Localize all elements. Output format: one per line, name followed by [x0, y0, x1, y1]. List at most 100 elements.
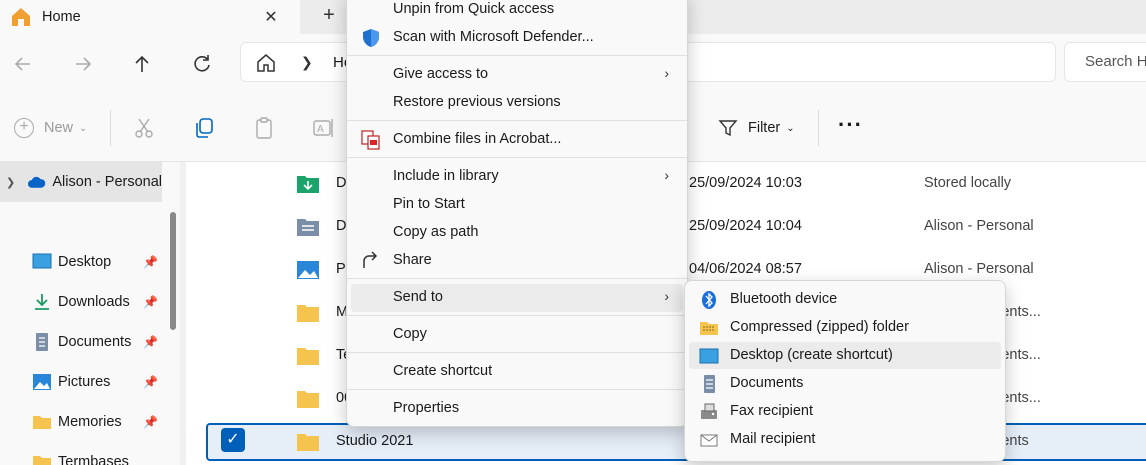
sidebar-scrollbar[interactable] [170, 212, 176, 330]
copy-icon[interactable] [192, 116, 216, 140]
submenu-item-label: Documents [730, 375, 804, 391]
file-name: D [336, 218, 347, 234]
sidebar-item-downloads[interactable]: Downloads 📌 [0, 282, 162, 322]
sidebar-item-label: Desktop [58, 254, 112, 270]
menu-item-send-to[interactable]: Send to › [351, 284, 683, 312]
menu-separator [347, 315, 687, 316]
documents-icon [36, 333, 48, 351]
folder-icon [33, 416, 51, 429]
submenu-item-documents[interactable]: Documents [689, 370, 1001, 397]
menu-item-label: Scan with Microsoft Defender... [393, 29, 594, 45]
rename-icon[interactable]: A [311, 116, 335, 140]
menu-item-include-library[interactable]: Include in library › [351, 163, 683, 191]
cut-icon[interactable] [132, 116, 156, 140]
file-location: Alison - Personal [924, 261, 1034, 277]
pictures-folder-icon [297, 261, 319, 279]
more-options-button[interactable]: ··· [838, 112, 863, 138]
navigation-pane: ❯ Alison - Personal Desktop 📌 Downloads … [0, 162, 180, 465]
menu-separator [347, 157, 687, 158]
mail-icon [700, 434, 718, 447]
folder-icon [297, 434, 319, 451]
menu-item-label: Combine files in Acrobat... [393, 131, 562, 147]
sidebar-item-desktop[interactable]: Desktop 📌 [0, 242, 162, 282]
sidebar-item-pictures[interactable]: Pictures 📌 [0, 362, 162, 402]
menu-item-share[interactable]: Share [351, 247, 683, 275]
tab-title: Home [42, 9, 81, 25]
acrobat-combine-icon [361, 130, 380, 150]
context-menu: Unpin from Quick access Scan with Micros… [346, 0, 688, 427]
tab-home[interactable]: Home ✕ [0, 0, 300, 34]
svg-text:A: A [317, 124, 324, 135]
chevron-right-icon: › [664, 288, 669, 304]
submenu-item-bluetooth[interactable]: Bluetooth device [689, 286, 1001, 313]
pictures-icon [33, 374, 51, 390]
menu-item-give-access[interactable]: Give access to › [351, 61, 683, 89]
menu-separator [347, 120, 687, 121]
menu-item-pin-start[interactable]: Pin to Start [351, 191, 683, 219]
menu-item-properties[interactable]: Properties [351, 395, 683, 423]
sidebar-item-onedrive[interactable]: ❯ Alison - Personal [0, 162, 162, 202]
new-tab-button[interactable]: + [318, 5, 340, 27]
pin-icon: 📌 [143, 335, 158, 349]
refresh-button[interactable] [189, 51, 215, 77]
folder-icon [297, 391, 319, 408]
sidebar-item-termbases[interactable]: Termbases [0, 442, 162, 465]
menu-item-label: Copy as path [393, 224, 479, 240]
home-outline-icon [257, 54, 275, 72]
menu-item-combine-acrobat[interactable]: Combine files in Acrobat... [351, 126, 683, 154]
file-date: 04/06/2024 08:57 [689, 261, 802, 277]
submenu-item-fax[interactable]: Fax recipient [689, 398, 1001, 425]
submenu-item-desktop-shortcut[interactable]: Desktop (create shortcut) [689, 342, 1001, 369]
menu-item-label: Copy [393, 326, 427, 342]
filter-icon [718, 120, 738, 137]
new-button[interactable]: + New ⌄ [14, 118, 87, 138]
menu-item-restore-versions[interactable]: Restore previous versions [351, 89, 683, 117]
share-icon [363, 251, 378, 268]
sidebar-item-memories[interactable]: Memories 📌 [0, 402, 162, 442]
submenu-item-mail[interactable]: Mail recipient [689, 426, 1001, 453]
menu-item-copy[interactable]: Copy [351, 321, 683, 349]
submenu-item-zip[interactable]: Compressed (zipped) folder [689, 314, 1001, 341]
chevron-right-icon: ❯ [301, 54, 313, 70]
file-date: 25/09/2024 10:04 [689, 218, 802, 234]
sidebar-item-label: Pictures [58, 374, 111, 390]
sidebar-item-label: Termbases [58, 454, 129, 465]
menu-item-label: Unpin from Quick access [393, 1, 555, 17]
refresh-icon [194, 55, 210, 72]
menu-item-label: Create shortcut [393, 363, 493, 379]
plus-icon: + [14, 118, 34, 138]
menu-item-scan-defender[interactable]: Scan with Microsoft Defender... [351, 24, 683, 52]
chevron-right-icon: ❯ [6, 176, 16, 189]
toolbar-divider [110, 110, 111, 146]
close-tab-icon[interactable]: ✕ [262, 7, 280, 26]
menu-item-label: Send to [393, 289, 443, 305]
desktop-icon [699, 348, 719, 364]
menu-item-unpin-quick-access[interactable]: Unpin from Quick access [351, 0, 683, 24]
menu-item-copy-path[interactable]: Copy as path [351, 219, 683, 247]
arrow-left-icon [14, 57, 30, 71]
menu-separator [347, 278, 687, 279]
send-to-submenu: Bluetooth device Compressed (zipped) fol… [684, 280, 1006, 462]
submenu-item-label: Compressed (zipped) folder [730, 319, 909, 335]
filter-button[interactable]: Filter ⌄ [718, 118, 795, 138]
menu-item-label: Give access to [393, 66, 489, 82]
sidebar-item-documents[interactable]: Documents 📌 [0, 322, 162, 362]
up-button[interactable] [129, 51, 155, 77]
search-input[interactable]: Search Home [1064, 42, 1146, 82]
menu-item-label: Share [393, 252, 432, 268]
forward-button[interactable] [70, 51, 96, 77]
sidebar-item-label: Memories [58, 414, 122, 430]
sidebar-item-label: Documents [58, 334, 132, 350]
pin-icon: 📌 [143, 295, 158, 309]
sidebar-item-label: Downloads [58, 294, 130, 310]
paste-icon[interactable] [252, 116, 276, 140]
menu-item-label: Restore previous versions [393, 94, 561, 110]
chevron-right-icon: › [664, 167, 669, 183]
fax-icon [701, 403, 717, 419]
arrow-up-icon [135, 55, 149, 72]
chevron-down-icon: ⌄ [786, 122, 795, 134]
menu-item-create-shortcut[interactable]: Create shortcut [351, 358, 683, 386]
new-label: New [44, 120, 74, 136]
back-button[interactable] [10, 51, 36, 77]
downloads-icon [35, 294, 49, 310]
